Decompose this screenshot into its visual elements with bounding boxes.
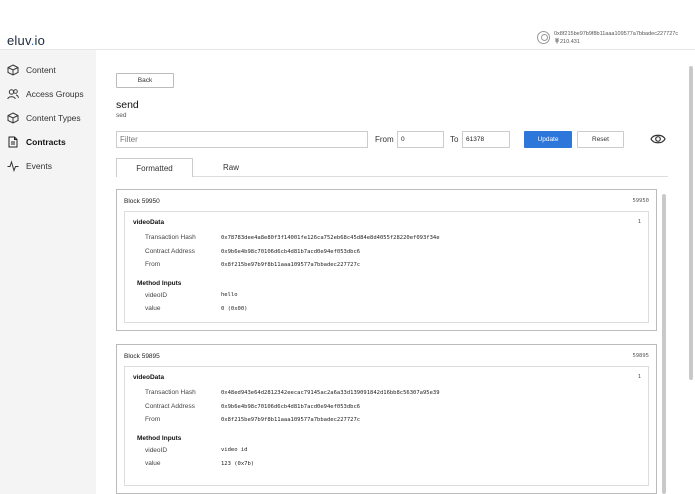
pulse-icon xyxy=(7,160,19,172)
view-tabs: Formatted Raw xyxy=(116,158,668,177)
tx-hash-label: Transaction Hash xyxy=(145,389,196,396)
sidebar-item-content[interactable]: Content xyxy=(7,63,56,77)
from-label: From xyxy=(375,135,394,144)
cube-icon xyxy=(7,64,19,76)
sidebar-item-label: Content Types xyxy=(26,113,81,123)
sidebar-item-label: Content xyxy=(26,65,56,75)
contract-address-value: 0x9b6e4b98c70106d6cb4d81b7acd0e94ef053db… xyxy=(221,404,361,410)
input-name: value xyxy=(145,305,161,312)
sidebar-item-events[interactable]: Events xyxy=(7,159,52,173)
sidebar-item-access-groups[interactable]: Access Groups xyxy=(7,87,84,101)
to-label: To xyxy=(450,135,459,144)
document-icon xyxy=(8,136,18,148)
sidebar-item-contracts[interactable]: Contracts xyxy=(7,135,66,149)
tab-formatted[interactable]: Formatted xyxy=(116,158,193,177)
from-address-label: From xyxy=(145,261,161,268)
tx-hash-label: Transaction Hash xyxy=(145,234,196,241)
update-button[interactable]: Update xyxy=(524,131,572,148)
tx-hash-value: 0x78783dee4a8e80f3f14001fe126ca752eb68c4… xyxy=(221,235,440,241)
page-scrollbar[interactable] xyxy=(689,66,693,380)
account-balance-row: 210.431 xyxy=(554,38,678,46)
input-value: 0 (0x00) xyxy=(221,306,248,312)
users-icon xyxy=(7,89,19,100)
logo-text-main: eluv xyxy=(7,33,31,48)
tab-raw[interactable]: Raw xyxy=(206,158,256,177)
app-header: eluv.io 0x8f215be97b9f8b11aaa109577a7bba… xyxy=(0,0,695,50)
from-block-input[interactable]: 0 xyxy=(397,131,444,148)
input-name: value xyxy=(145,460,161,467)
contract-address-value: 0x9b6e4b98c70106d6cb4d81b7acd0e94ef053db… xyxy=(221,249,361,255)
sidebar-item-label: Access Groups xyxy=(26,89,84,99)
input-value: video id xyxy=(221,447,248,453)
contract-address-label: Contract Address xyxy=(145,248,195,255)
account-address: 0x8f215be97b9f8b11aaa109577a7bbadec22772… xyxy=(554,31,679,37)
logo-text-end: io xyxy=(34,33,46,48)
sidebar-item-content-types[interactable]: Content Types xyxy=(7,111,81,125)
event-count: 1 xyxy=(637,219,641,225)
sidebar: Content Access Groups Content Types Cont… xyxy=(0,50,96,494)
filter-input[interactable]: Filter xyxy=(116,131,368,148)
user-avatar-icon[interactable] xyxy=(537,31,550,44)
block-card: Block 59895 59895 videoData 1 Transactio… xyxy=(116,344,657,494)
results-list: Block 59950 59950 videoData 1 Transactio… xyxy=(116,187,668,494)
method-inputs-title: Method Inputs xyxy=(137,435,182,442)
block-number: 59895 xyxy=(632,353,649,359)
block-title: Block 59950 xyxy=(124,198,160,205)
event-name: videoData xyxy=(133,374,165,381)
event-count: 1 xyxy=(637,374,641,380)
eye-icon[interactable] xyxy=(650,132,666,146)
event-name: videoData xyxy=(133,219,165,226)
to-block-input[interactable]: 61378 xyxy=(462,131,510,148)
block-card: Block 59950 59950 videoData 1 Transactio… xyxy=(116,189,657,331)
results-scrollbar[interactable] xyxy=(662,194,666,494)
method-name: send xyxy=(116,99,139,111)
event-card: videoData 1 Transaction Hash 0x48ed943e6… xyxy=(124,366,649,486)
method-inputs-title: Method Inputs xyxy=(137,280,182,287)
main-panel: Back send sed Filter From 0 To 61378 Upd… xyxy=(96,50,695,494)
sidebar-item-label: Contracts xyxy=(26,137,66,147)
block-title: Block 59895 xyxy=(124,353,160,360)
sidebar-item-label: Events xyxy=(26,161,52,171)
input-value: hello xyxy=(221,292,238,298)
input-name: videoID xyxy=(145,447,168,454)
reset-button[interactable]: Reset xyxy=(577,131,624,148)
back-button[interactable]: Back xyxy=(116,73,174,88)
method-description: sed xyxy=(116,112,127,119)
account-info[interactable]: 0x8f215be97b9f8b11aaa109577a7bbadec22772… xyxy=(537,31,678,45)
input-value: 123 (0x7b) xyxy=(221,461,255,467)
input-name: videoID xyxy=(145,292,168,299)
event-card: videoData 1 Transaction Hash 0x78783dee4… xyxy=(124,211,649,323)
block-number: 59950 xyxy=(632,198,649,204)
eluvio-logo[interactable]: eluv.io xyxy=(7,33,45,48)
tx-hash-value: 0x48ed943e64d2812342eecac79145ac2a6a33d1… xyxy=(221,390,440,396)
from-address-value: 0x8f215be97b9f8b11aaa109577a7bbadec22772… xyxy=(221,417,361,423)
cube-icon xyxy=(7,112,19,124)
from-address-label: From xyxy=(145,416,161,423)
account-balance: 210.431 xyxy=(560,38,580,45)
from-address-value: 0x8f215be97b9f8b11aaa109577a7bbadec22772… xyxy=(221,262,361,268)
contract-address-label: Contract Address xyxy=(145,403,195,410)
